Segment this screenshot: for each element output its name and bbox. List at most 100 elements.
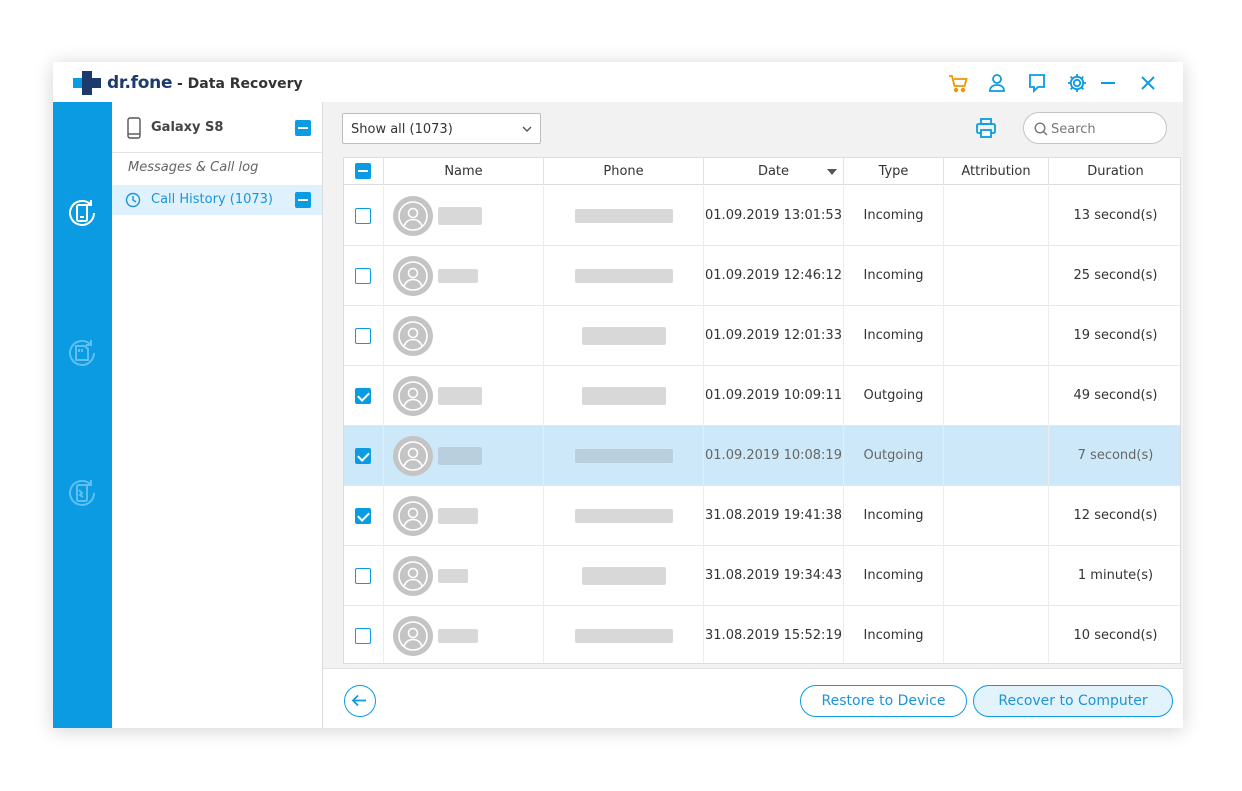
attribution-cell <box>944 426 1049 486</box>
sort-desc-icon <box>827 169 837 175</box>
phone-cell <box>544 186 704 246</box>
column-header-name[interactable]: Name <box>384 158 544 185</box>
recover-to-computer-button[interactable]: Recover to Computer <box>973 685 1173 717</box>
sidebar-item-label: Call History (1073) <box>151 192 274 207</box>
contact-avatar-icon <box>393 616 433 656</box>
select-all-checkbox[interactable] <box>355 163 371 179</box>
app-subtitle: - Data Recovery <box>177 76 303 92</box>
table-row[interactable]: 01.09.2019 10:09:11 Outgoing 49 second(s) <box>344 366 1180 426</box>
duration-cell: 25 second(s) <box>1073 268 1158 283</box>
phone-cell <box>544 606 704 663</box>
footer-bar: Restore to Device Recover to Computer <box>323 668 1183 728</box>
table-row[interactable]: 31.08.2019 15:52:19 Incoming 10 second(s) <box>344 606 1180 663</box>
device-name: Galaxy S8 <box>151 120 224 135</box>
recover-from-phone-icon[interactable] <box>64 195 100 231</box>
contact-avatar-icon <box>393 436 433 476</box>
table-row[interactable]: 01.09.2019 10:08:19 Outgoing 7 second(s) <box>344 426 1180 486</box>
search-input[interactable] <box>1051 119 1159 139</box>
attribution-cell <box>944 606 1049 663</box>
redacted-phone <box>575 269 673 283</box>
date-cell: 31.08.2019 15:52:19 <box>704 606 844 663</box>
name-cell <box>344 366 544 426</box>
attribution-cell <box>944 486 1049 546</box>
print-icon[interactable] <box>975 117 997 139</box>
column-header-type[interactable]: Type <box>844 158 944 185</box>
phone-cell <box>544 306 704 366</box>
name-cell <box>344 486 544 546</box>
redacted-phone <box>582 567 666 585</box>
mode-rail <box>53 102 112 728</box>
device-select-toggle[interactable] <box>295 120 311 136</box>
chevron-down-icon <box>522 126 532 132</box>
settings-icon[interactable] <box>1066 72 1088 94</box>
cart-icon[interactable] <box>947 72 969 94</box>
redacted-name <box>438 569 468 583</box>
attribution-cell <box>944 366 1049 426</box>
phone-cell <box>544 486 704 546</box>
type-cell: Incoming <box>844 306 944 366</box>
column-header-date[interactable]: Date <box>704 158 844 185</box>
table-row[interactable]: 01.09.2019 12:01:33 Incoming 19 second(s) <box>344 306 1180 366</box>
column-header-phone[interactable]: Phone <box>544 158 704 185</box>
filter-value: Show all (1073) <box>351 122 453 137</box>
name-cell <box>344 306 544 366</box>
date-cell: 01.09.2019 10:09:11 <box>704 366 844 426</box>
name-cell <box>344 246 544 306</box>
call-history-table: Name Phone Date Type Attribution Duratio… <box>343 157 1181 664</box>
phone-cell <box>544 366 704 426</box>
date-cell: 01.09.2019 10:08:19 <box>704 426 844 486</box>
device-header: Galaxy S8 <box>112 102 322 153</box>
app-window: dr.fone - Data Recovery Galaxy S8 Messag… <box>53 62 1183 728</box>
contact-avatar-icon <box>393 376 433 416</box>
category-select-toggle[interactable] <box>295 192 311 208</box>
restore-to-device-button[interactable]: Restore to Device <box>800 685 967 717</box>
attribution-cell <box>944 246 1049 306</box>
phone-cell <box>544 546 704 606</box>
contact-avatar-icon <box>393 316 433 356</box>
recover-from-sdcard-icon[interactable] <box>64 335 100 371</box>
column-header-duration[interactable]: Duration <box>1049 158 1180 185</box>
duration-cell: 12 second(s) <box>1073 508 1158 523</box>
redacted-phone <box>575 449 673 463</box>
search-icon <box>1034 122 1048 136</box>
redacted-phone <box>582 327 666 345</box>
minimize-icon[interactable] <box>1097 72 1119 94</box>
contact-avatar-icon <box>393 556 433 596</box>
duration-cell: 49 second(s) <box>1073 388 1158 403</box>
redacted-phone <box>575 629 673 643</box>
filter-dropdown[interactable]: Show all (1073) <box>342 113 541 144</box>
type-cell: Outgoing <box>844 366 944 426</box>
main-content: Show all (1073) Name Phone Date <box>323 102 1183 728</box>
select-all-cell <box>344 158 384 185</box>
phone-cell <box>544 246 704 306</box>
table-row[interactable]: 01.09.2019 13:01:53 Incoming 13 second(s) <box>344 186 1180 246</box>
section-label: Messages & Call log <box>128 160 259 175</box>
duration-cell: 13 second(s) <box>1073 208 1158 223</box>
name-cell <box>344 186 544 246</box>
search-box <box>1023 112 1167 144</box>
type-cell: Incoming <box>844 546 944 606</box>
contact-avatar-icon <box>393 496 433 536</box>
brand-name: dr.fone <box>107 73 173 93</box>
recover-from-broken-phone-icon[interactable] <box>64 475 100 511</box>
date-cell: 31.08.2019 19:41:38 <box>704 486 844 546</box>
duration-cell: 19 second(s) <box>1073 328 1158 343</box>
close-icon[interactable] <box>1137 72 1159 94</box>
duration-cell: 7 second(s) <box>1077 448 1154 463</box>
redacted-name <box>438 207 482 225</box>
table-row[interactable]: 31.08.2019 19:41:38 Incoming 12 second(s) <box>344 486 1180 546</box>
type-cell: Outgoing <box>844 426 944 486</box>
back-button[interactable] <box>344 685 376 717</box>
date-cell: 01.09.2019 13:01:53 <box>704 186 844 246</box>
sidebar-item-call-history[interactable]: Call History (1073) <box>112 185 322 215</box>
duration-cell: 1 minute(s) <box>1077 568 1154 583</box>
name-cell <box>344 426 544 486</box>
column-header-attribution[interactable]: Attribution <box>944 158 1049 185</box>
attribution-cell <box>944 306 1049 366</box>
table-row[interactable]: 01.09.2019 12:46:12 Incoming 25 second(s) <box>344 246 1180 306</box>
redacted-phone <box>575 509 673 523</box>
user-icon[interactable] <box>986 72 1008 94</box>
arrow-left-icon <box>351 694 366 707</box>
table-row[interactable]: 31.08.2019 19:34:43 Incoming 1 minute(s) <box>344 546 1180 606</box>
feedback-icon[interactable] <box>1026 72 1048 94</box>
